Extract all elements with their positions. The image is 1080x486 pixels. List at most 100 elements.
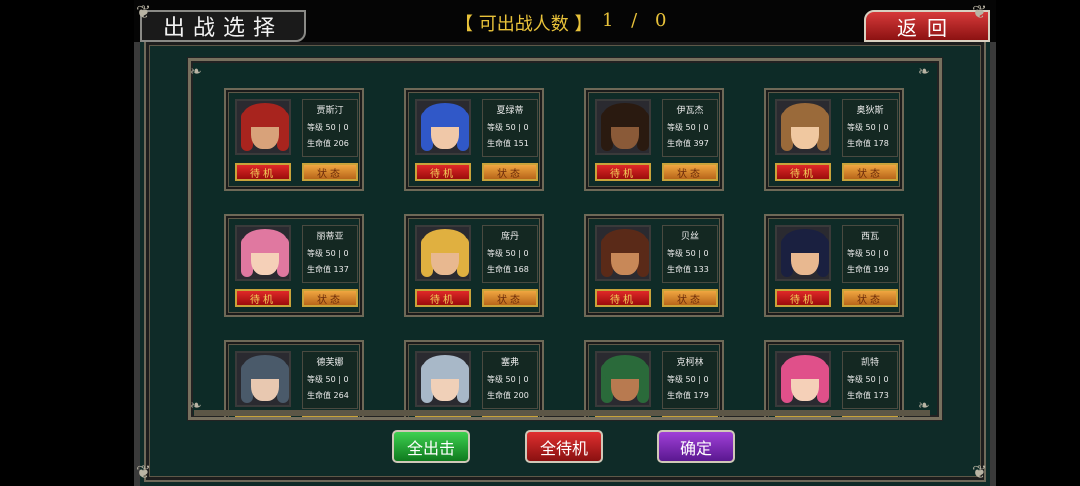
- ornament-corner-icon: ❦: [136, 462, 152, 483]
- unit-level: 等级 50 | 0: [307, 249, 349, 258]
- all-attack-button[interactable]: 全出击: [392, 430, 470, 463]
- unit-card[interactable]: 德芙娜等级 50 | 0生命值 264待机状态: [224, 340, 364, 417]
- unit-hp: 生命值 137: [307, 265, 349, 274]
- confirm-button[interactable]: 确定: [657, 430, 735, 463]
- unit-info: 西瓦等级 50 | 0 生命值 199: [842, 225, 898, 283]
- unit-hp: 生命值 264: [307, 391, 349, 400]
- unit-portrait[interactable]: [235, 225, 291, 281]
- deploy-count-value: 1 / 0: [602, 10, 673, 31]
- unit-info: 丽蒂亚等级 50 | 0 生命值 137: [302, 225, 358, 283]
- ornament-corner-icon: ❦: [136, 2, 152, 23]
- unit-level: 等级 50 | 0: [847, 375, 889, 384]
- wait-button[interactable]: 待机: [595, 289, 651, 307]
- unit-card[interactable]: 夏绿蒂等级 50 | 0 生命值 151 待机 状态: [404, 88, 544, 191]
- unit-hp: 生命值 173: [847, 391, 889, 400]
- wait-button[interactable]: 待机: [415, 289, 471, 307]
- unit-name: 夏绿蒂: [496, 106, 524, 116]
- unit-name: 克柯林: [676, 358, 704, 368]
- unit-info: 凯特等级 50 | 0 生命值 173: [842, 351, 898, 409]
- unit-name: 伊瓦杰: [676, 106, 704, 116]
- unit-level: 等级 50 | 0: [487, 375, 529, 384]
- status-button[interactable]: 状态: [842, 289, 898, 307]
- unit-card[interactable]: 克柯林等级 50 | 0生命值 179待机状态: [584, 340, 724, 417]
- wait-button[interactable]: 待机: [415, 163, 471, 181]
- unit-portrait[interactable]: [775, 225, 831, 281]
- unit-level: 等级 50 | 0: [307, 123, 349, 132]
- unit-card[interactable]: 席丹等级 50 | 0 生命值 168 待机 状态: [404, 214, 544, 317]
- unit-name: 德芙娜: [316, 358, 344, 368]
- unit-hp: 生命值 151: [487, 139, 529, 148]
- ornament-icon: ❧: [190, 64, 202, 80]
- wait-button[interactable]: 待机: [775, 163, 831, 181]
- unit-card[interactable]: 伊瓦杰等级 50 | 0 生命值 397 待机 状态: [584, 88, 724, 191]
- unit-level: 等级 50 | 0: [667, 123, 709, 132]
- wait-button[interactable]: 待机: [775, 289, 831, 307]
- unit-portrait[interactable]: [415, 225, 471, 281]
- status-button[interactable]: 状态: [482, 289, 538, 307]
- unit-portrait[interactable]: [415, 351, 471, 407]
- unit-hp: 生命值 178: [847, 139, 889, 148]
- unit-level: 等级 50 | 0: [487, 249, 529, 258]
- unit-portrait[interactable]: [235, 351, 291, 407]
- unit-portrait[interactable]: [775, 351, 831, 407]
- ornament-icon: ❧: [190, 398, 202, 414]
- unit-hp: 生命值 168: [487, 265, 529, 274]
- status-button[interactable]: 状态: [302, 289, 358, 307]
- unit-card[interactable]: 贾斯汀等级 50 | 0 生命值 206 待机 状态: [224, 88, 364, 191]
- unit-info: 席丹等级 50 | 0 生命值 168: [482, 225, 538, 283]
- page-title: 出战选择: [140, 10, 306, 42]
- wait-button[interactable]: 待机: [595, 163, 651, 181]
- unit-info: 伊瓦杰等级 50 | 0 生命值 397: [662, 99, 718, 157]
- unit-name: 塞弗: [500, 358, 519, 368]
- unit-info: 贝丝等级 50 | 0 生命值 133: [662, 225, 718, 283]
- unit-name: 贾斯汀: [316, 106, 344, 116]
- status-button[interactable]: 状态: [842, 163, 898, 181]
- unit-info: 夏绿蒂等级 50 | 0 生命值 151: [482, 99, 538, 157]
- unit-list-panel[interactable]: 贾斯汀 等级 50 | 0 生命值 206 待机 状态 夏绿蒂 等级 50 | 0 生命值 1…: [188, 58, 942, 420]
- status-button[interactable]: 状态: [662, 289, 718, 307]
- unit-portrait[interactable]: [595, 225, 651, 281]
- all-wait-button[interactable]: 全待机: [525, 430, 603, 463]
- unit-portrait[interactable]: [595, 99, 651, 155]
- status-button[interactable]: 状态: [302, 163, 358, 181]
- unit-card[interactable]: 贝丝等级 50 | 0 生命值 133 待机 状态: [584, 214, 724, 317]
- panel-bottom-rail: [194, 410, 930, 416]
- unit-hp: 生命值 200: [487, 391, 529, 400]
- unit-name: 奥狄斯: [856, 106, 884, 116]
- unit-name: 丽蒂亚: [316, 232, 344, 242]
- unit-hp: 生命值 199: [847, 265, 889, 274]
- unit-level: 等级 50 | 0: [667, 375, 709, 384]
- wait-button[interactable]: 待机: [235, 289, 291, 307]
- ornament-corner-icon: ❦: [972, 2, 988, 23]
- status-button[interactable]: 状态: [662, 163, 718, 181]
- unit-hp: 生命值 133: [667, 265, 709, 274]
- unit-hp: 生命值 179: [667, 391, 709, 400]
- unit-level: 等级 50 | 0: [847, 249, 889, 258]
- unit-card[interactable]: 凯特等级 50 | 0生命值 173待机状态: [764, 340, 904, 417]
- unit-name: 西瓦: [860, 232, 879, 242]
- unit-level: 等级 50 | 0: [667, 249, 709, 258]
- ornament-corner-icon: ❦: [972, 462, 988, 483]
- unit-portrait[interactable]: [235, 99, 291, 155]
- unit-portrait[interactable]: [775, 99, 831, 155]
- unit-hp: 生命值 397: [667, 139, 709, 148]
- unit-portrait[interactable]: [595, 351, 651, 407]
- wait-button[interactable]: 待机: [235, 163, 291, 181]
- status-button[interactable]: 状态: [482, 163, 538, 181]
- unit-card[interactable]: 塞弗等级 50 | 0生命值 200待机状态: [404, 340, 544, 417]
- unit-card[interactable]: 丽蒂亚等级 50 | 0 生命值 137 待机 状态: [224, 214, 364, 317]
- ornament-icon: ❧: [918, 398, 930, 414]
- unit-info: 贾斯汀等级 50 | 0 生命值 206: [302, 99, 358, 157]
- unit-info: 克柯林等级 50 | 0 生命值 179: [662, 351, 718, 409]
- unit-info: 奥狄斯等级 50 | 0 生命值 178: [842, 99, 898, 157]
- unit-card[interactable]: 奥狄斯等级 50 | 0 生命值 178 待机 状态: [764, 88, 904, 191]
- unit-level: 等级 50 | 0: [487, 123, 529, 132]
- unit-info: 塞弗等级 50 | 0 生命值 200: [482, 351, 538, 409]
- unit-portrait[interactable]: [415, 99, 471, 155]
- unit-name: 贝丝: [680, 232, 699, 242]
- unit-card[interactable]: 西瓦等级 50 | 0 生命值 199 待机 状态: [764, 214, 904, 317]
- unit-name: 凯特: [860, 358, 879, 368]
- unit-hp: 生命值 206: [307, 139, 349, 148]
- unit-level: 等级 50 | 0: [847, 123, 889, 132]
- unit-name: 席丹: [500, 232, 519, 242]
